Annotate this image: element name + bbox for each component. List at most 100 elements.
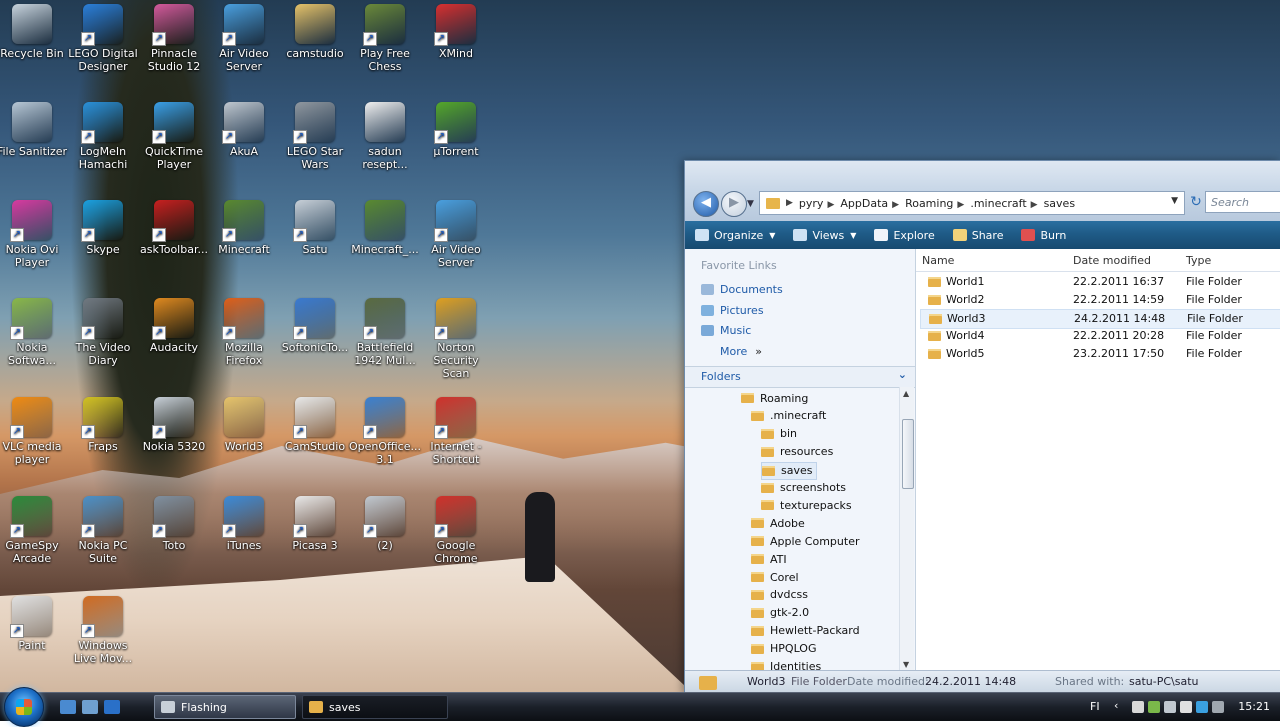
desktop-icon[interactable]: The Video Diary xyxy=(67,298,139,367)
desktop-icon[interactable]: XMind xyxy=(420,4,492,60)
address-dropdown-icon[interactable]: ▼ xyxy=(1171,196,1178,206)
desktop-icon[interactable]: Nokia Softwa... xyxy=(0,298,68,367)
tree-item[interactable]: resources xyxy=(761,444,833,460)
clock[interactable]: 15:21 xyxy=(1238,700,1270,713)
task-saves[interactable]: saves xyxy=(302,695,448,719)
breadcrumb-separator-icon[interactable]: ▶ xyxy=(892,200,899,210)
breadcrumb-separator-icon[interactable]: ▶ xyxy=(827,200,834,210)
tray-icon[interactable] xyxy=(1212,701,1224,713)
tree-item[interactable]: Roaming xyxy=(741,390,808,406)
desktop-icon[interactable]: CamStudio xyxy=(279,397,351,453)
folders-header[interactable]: Folders ⌄ xyxy=(685,366,915,388)
table-row[interactable]: World2 22.2.2011 14:59 File Folder xyxy=(920,291,1280,309)
tree-item[interactable]: Apple Computer xyxy=(751,533,860,549)
desktop-icon[interactable]: VLC media player xyxy=(0,397,68,466)
desktop-icon[interactable]: GameSpy Arcade xyxy=(0,496,68,565)
desktop-icon[interactable]: Recycle Bin xyxy=(0,4,68,60)
favorite-link-pictures[interactable]: Pictures xyxy=(701,304,764,317)
favorite-link-music[interactable]: Music xyxy=(701,324,751,337)
tray-icon[interactable] xyxy=(1180,701,1192,713)
desktop-icon[interactable]: Toto xyxy=(138,496,210,552)
breadcrumb-separator-icon[interactable]: ▶ xyxy=(957,200,964,210)
toolbar-button-views[interactable]: Views ▼ xyxy=(793,229,856,242)
breadcrumb-item[interactable]: pyry xyxy=(799,197,824,210)
desktop-icon[interactable]: Audacity xyxy=(138,298,210,354)
quick-launch-icon[interactable] xyxy=(82,700,98,714)
desktop-icon[interactable]: Nokia PC Suite xyxy=(67,496,139,565)
desktop-icon[interactable]: (2) xyxy=(349,496,421,552)
table-row[interactable]: World5 23.2.2011 17:50 File Folder xyxy=(920,345,1280,363)
desktop-icon[interactable]: SoftonicTo... xyxy=(279,298,351,354)
scroll-up-icon[interactable]: ▲ xyxy=(903,389,909,398)
explorer-window[interactable]: ◀ ▶ ▼ ▶ pyry ▶ AppData ▶ Roaming ▶ .minecraft ▶… xyxy=(684,160,1280,692)
desktop-icon[interactable]: AkuA xyxy=(208,102,280,158)
desktop-icon[interactable]: Skype xyxy=(67,200,139,256)
desktop-icon[interactable]: Battlefield 1942 Mul... xyxy=(349,298,421,367)
tray-icon[interactable] xyxy=(1164,701,1176,713)
start-button[interactable] xyxy=(4,687,44,727)
column-name[interactable]: Name xyxy=(922,254,954,267)
desktop-icon[interactable]: LEGO Digital Designer xyxy=(67,4,139,73)
task-flashing[interactable]: Flashing xyxy=(154,695,296,719)
desktop-icon[interactable]: Picasa 3 xyxy=(279,496,351,552)
desktop-icon[interactable]: Minecraft_... xyxy=(349,200,421,256)
toolbar-button-organize[interactable]: Organize ▼ xyxy=(695,229,775,242)
tree-item[interactable]: saves xyxy=(761,461,818,480)
desktop-icon[interactable]: World3 xyxy=(208,397,280,453)
column-type[interactable]: Type xyxy=(1186,254,1211,267)
desktop-icon[interactable]: Pinnacle Studio 12 xyxy=(138,4,210,73)
tree-item[interactable]: Adobe xyxy=(751,515,805,531)
tree-item[interactable]: Corel xyxy=(751,569,799,585)
toolbar-button-explore[interactable]: Explore xyxy=(874,229,935,242)
desktop-icon[interactable]: Air Video Server xyxy=(208,4,280,73)
tree-item[interactable]: bin xyxy=(761,426,797,442)
tree-item[interactable]: Hewlett-Packard xyxy=(751,623,860,639)
desktop-icon[interactable]: Paint xyxy=(0,596,68,652)
desktop-icon[interactable]: Internet - Shortcut xyxy=(420,397,492,466)
tree-item[interactable]: .minecraft xyxy=(751,408,826,424)
table-row[interactable]: World3 24.2.2011 14:48 File Folder xyxy=(920,309,1280,329)
desktop-icon[interactable]: Nokia Ovi Player xyxy=(0,200,68,269)
breadcrumb-item[interactable]: .minecraft xyxy=(970,197,1026,210)
desktop-icon[interactable]: µTorrent xyxy=(420,102,492,158)
desktop-icon[interactable]: Satu xyxy=(279,200,351,256)
more-link[interactable]: More » xyxy=(701,345,762,358)
quick-launch-icon[interactable] xyxy=(60,700,76,714)
scrollbar-thumb[interactable] xyxy=(902,419,914,489)
favorite-link-documents[interactable]: Documents xyxy=(701,283,783,296)
recent-pages-dropdown-icon[interactable]: ▼ xyxy=(747,199,754,209)
toolbar-button-burn[interactable]: Burn xyxy=(1021,229,1066,242)
tree-item[interactable]: HPQLOG xyxy=(751,641,816,657)
desktop-icon[interactable]: Norton Security Scan xyxy=(420,298,492,380)
tree-item[interactable]: ATI xyxy=(751,551,787,567)
breadcrumb-item[interactable]: Roaming xyxy=(905,197,953,210)
collapse-chevron-icon[interactable]: ⌄ xyxy=(898,368,907,381)
tree-item[interactable]: dvdcss xyxy=(751,587,808,603)
tree-item[interactable]: gtk-2.0 xyxy=(751,605,809,621)
desktop-icon[interactable]: Nokia 5320 xyxy=(138,397,210,453)
tree-item[interactable]: texturepacks xyxy=(761,497,852,513)
desktop-icon[interactable]: LEGO Star Wars xyxy=(279,102,351,171)
tray-icon[interactable] xyxy=(1132,701,1144,713)
scroll-down-icon[interactable]: ▼ xyxy=(903,660,909,669)
table-row[interactable]: World1 22.2.2011 16:37 File Folder xyxy=(920,273,1280,291)
breadcrumb-separator-icon[interactable]: ▶ xyxy=(1031,200,1038,210)
desktop-icon[interactable]: Fraps xyxy=(67,397,139,453)
desktop-icon[interactable]: Mozilla Firefox xyxy=(208,298,280,367)
tray-icon[interactable] xyxy=(1196,701,1208,713)
desktop-icon[interactable]: askToolbar... xyxy=(138,200,210,256)
show-hidden-icons-icon[interactable]: ‹ xyxy=(1114,699,1118,712)
breadcrumb-item[interactable]: saves xyxy=(1044,197,1075,210)
search-input[interactable]: Search xyxy=(1205,191,1280,213)
desktop-icon[interactable]: Minecraft xyxy=(208,200,280,256)
breadcrumb-item[interactable]: AppData xyxy=(840,197,888,210)
desktop-icon[interactable]: Google Chrome xyxy=(420,496,492,565)
tray-icon[interactable] xyxy=(1148,701,1160,713)
desktop-icon[interactable]: Play Free Chess xyxy=(349,4,421,73)
language-indicator[interactable]: FI xyxy=(1090,700,1100,713)
forward-arrow-icon[interactable]: ▶ xyxy=(721,191,747,217)
desktop-icon[interactable]: Windows Live Mov... xyxy=(67,596,139,665)
tree-item[interactable]: screenshots xyxy=(761,480,846,496)
address-bar[interactable]: ▶ pyry ▶ AppData ▶ Roaming ▶ .minecraft ▶ saves … xyxy=(759,191,1185,215)
refresh-icon[interactable]: ↻ xyxy=(1185,191,1207,213)
